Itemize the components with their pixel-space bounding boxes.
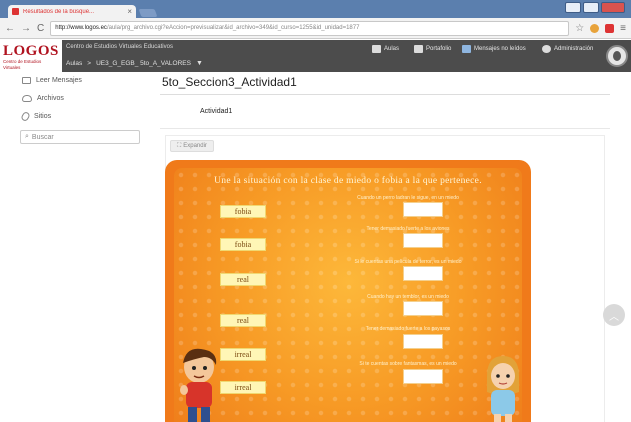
- activity-label: Actividad1: [200, 108, 233, 115]
- center-name: Centro de Estudios Virtuales Educativos: [66, 44, 173, 50]
- situation-prompt: Tener demasiado fuerte a los payasos: [365, 326, 451, 332]
- cloud-icon: [22, 95, 32, 102]
- situation-prompt: Si te cuentas sobre fantasmas, es un mie…: [359, 361, 457, 367]
- window-close-button[interactable]: [601, 2, 625, 13]
- chevron-up-icon: ︿: [609, 311, 619, 323]
- sidebar-item-archivos[interactable]: Archivos: [22, 95, 64, 102]
- drop-target[interactable]: [403, 233, 443, 248]
- situation-prompt: Tener demasiado fuerte a los aviones: [366, 226, 450, 232]
- breadcrumb-separator: >: [87, 60, 92, 67]
- divider: [160, 128, 610, 129]
- answer-card-irreal[interactable]: irreal: [220, 348, 266, 361]
- search-placeholder: Buscar: [31, 133, 54, 141]
- sidebar-item-label: Leer Mensajes: [36, 77, 82, 84]
- nav-admin[interactable]: Administración: [542, 45, 593, 53]
- forward-arrow-icon[interactable]: →: [21, 23, 31, 34]
- maximize-button[interactable]: [583, 2, 599, 13]
- mail-icon: [462, 45, 471, 53]
- breadcrumb: Aulas > UE3_G_EGB_ 5to_A_VALORES ▼: [66, 60, 203, 67]
- building-icon: [372, 45, 381, 53]
- nav-aulas-label: Aulas: [384, 46, 400, 52]
- gmail-favicon-icon: [12, 8, 19, 15]
- minimize-button[interactable]: [565, 2, 581, 13]
- sidebar-item-label: Sitios: [34, 113, 52, 120]
- breadcrumb-aulas[interactable]: Aulas: [66, 60, 82, 67]
- divider: [160, 94, 610, 95]
- breadcrumb-course[interactable]: UE3_G_EGB_ 5to_A_VALORES: [96, 60, 191, 67]
- nav-mensajes-label: Mensajes no leídos: [474, 46, 526, 52]
- sidebar-item-sitios[interactable]: Sitios: [20, 110, 52, 123]
- paperclip-icon: [20, 110, 31, 123]
- boy-character-illustration: [180, 348, 217, 422]
- expand-label: Expandir: [183, 143, 207, 149]
- reload-icon[interactable]: C: [37, 23, 44, 34]
- drop-target[interactable]: [403, 202, 443, 217]
- expand-button[interactable]: ⛶ Expandir: [170, 140, 214, 152]
- expand-icon: ⛶: [177, 142, 182, 149]
- scroll-to-top-button[interactable]: ︿: [603, 304, 625, 326]
- answer-card-fobia[interactable]: fobia: [220, 238, 266, 251]
- sidebar-item-label: Archivos: [37, 95, 64, 102]
- nav-admin-label: Administración: [554, 46, 594, 52]
- drop-target[interactable]: [403, 301, 443, 316]
- situation-prompt: Cuando un perro ladran le sigue, en un m…: [357, 195, 459, 201]
- briefcase-icon: [414, 45, 423, 53]
- page-title: 5to_Seccion3_Actividad1: [162, 75, 297, 89]
- tab-close-icon[interactable]: ×: [127, 7, 132, 16]
- situation-prompt: Si le cuentas una película de terror, es…: [354, 259, 462, 265]
- nav-portafolio-label: Portafolio: [426, 46, 452, 52]
- extension-red-icon[interactable]: [605, 23, 615, 33]
- site-logo[interactable]: LOGOS Centro de Estudios Virtuales: [0, 40, 62, 72]
- situation-prompt: Cuando hay un temblor, es un miedo: [367, 294, 449, 300]
- browser-tab[interactable]: Resultados de la búsque... ×: [8, 5, 136, 18]
- address-toolbar: ← → C http://www.logos.ec /aula/prg_arch…: [0, 18, 631, 39]
- answer-card-real[interactable]: real: [220, 314, 266, 327]
- gear-icon: [542, 45, 551, 53]
- search-icon: ⌕: [25, 133, 29, 140]
- extension-icon[interactable]: [590, 23, 600, 33]
- avatar[interactable]: [606, 45, 628, 67]
- back-arrow-icon[interactable]: ←: [5, 23, 15, 34]
- tab-title: Resultados de la búsque...: [23, 8, 95, 15]
- girl-character-illustration: [487, 356, 519, 422]
- drop-target[interactable]: [403, 334, 443, 349]
- answer-card-irreal[interactable]: irreal: [220, 381, 266, 394]
- nav-mensajes[interactable]: Mensajes no leídos: [462, 45, 526, 53]
- answer-card-real[interactable]: real: [220, 273, 266, 286]
- url-path: /aula/prg_archivo.cgi?eAccion=previsuali…: [106, 25, 360, 31]
- drop-target[interactable]: [403, 266, 443, 281]
- nav-portafolio[interactable]: Portafolio: [414, 45, 451, 53]
- nav-aulas[interactable]: Aulas: [372, 45, 399, 53]
- envelope-icon: [22, 77, 31, 84]
- logo-subtitle: Centro de Estudios Virtuales: [3, 59, 42, 70]
- bookmark-star-icon[interactable]: ☆: [575, 23, 584, 34]
- browser-menu-icon[interactable]: ≡: [620, 23, 626, 34]
- search-input[interactable]: ⌕ Buscar: [20, 130, 140, 144]
- logo-text: LOGOS: [3, 43, 59, 59]
- game-instruction: Une la situación con la clase de miedo o…: [214, 176, 482, 186]
- answer-card-fobia[interactable]: fobia: [220, 205, 266, 218]
- url-host: http://www.logos.ec: [55, 25, 107, 31]
- sidebar-item-mensajes[interactable]: Leer Mensajes: [22, 77, 82, 84]
- chevron-down-icon[interactable]: ▼: [196, 60, 203, 67]
- window-controls: [565, 2, 625, 13]
- drop-target[interactable]: [403, 369, 443, 384]
- url-field[interactable]: http://www.logos.ec /aula/prg_archivo.cg…: [50, 20, 570, 36]
- new-tab-button[interactable]: [138, 9, 158, 17]
